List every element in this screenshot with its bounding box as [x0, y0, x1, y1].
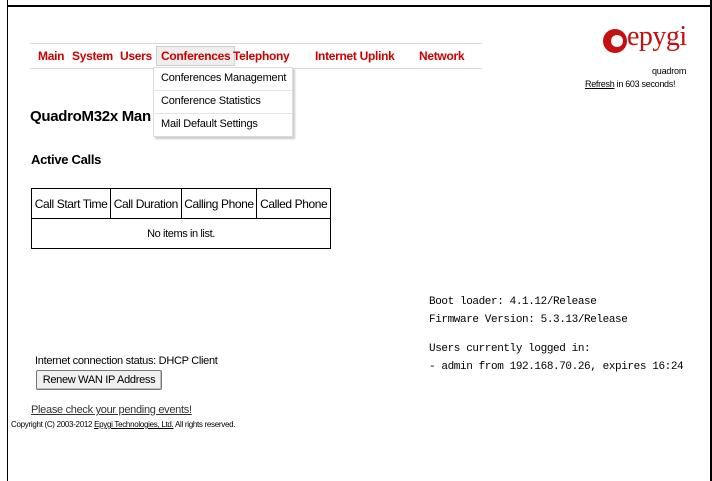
dropdown-separator — [154, 113, 292, 114]
internet-connection-status: Internet connection status: DHCP Client — [35, 355, 218, 367]
menu-conferences[interactable]: Conferences — [156, 46, 236, 66]
active-calls-table: Call Start Time Call Duration Calling Ph… — [30, 188, 331, 249]
main-menu: Main System Users Conferences Telephony … — [30, 43, 482, 69]
copyright-notice: Copyright (C) 2003-2012 Epygi Technologi… — [11, 420, 236, 429]
refresh-link[interactable]: Refresh — [585, 79, 615, 89]
copyright-suffix: All rights reserved. — [173, 420, 236, 429]
product-name: quadrom — [652, 66, 687, 76]
dropdown-conferences-management[interactable]: Conferences Management — [161, 72, 286, 84]
company-link[interactable]: Epygi Technologies, Ltd. — [94, 420, 174, 429]
logo-wordmark: epygi — [627, 21, 687, 52]
copyright-prefix: Copyright (C) 2003-2012 — [11, 420, 95, 429]
dropdown-mail-default-settings[interactable]: Mail Default Settings — [161, 118, 258, 130]
renew-wan-ip-button[interactable]: Renew WAN IP Address — [36, 370, 162, 390]
menu-users[interactable]: Users — [120, 49, 152, 63]
col-call-start-time: Call Start Time — [30, 188, 112, 219]
col-calling-phone: Calling Phone — [180, 188, 258, 219]
logo-mark-inner — [611, 35, 623, 47]
page-title: QuadroM32x Man — [30, 108, 151, 125]
col-call-duration: Call Duration — [110, 188, 182, 219]
empty-message: No items in list. — [31, 218, 331, 249]
section-title: Active Calls — [31, 152, 102, 167]
table-row: No items in list. — [31, 218, 331, 249]
frame-left-border — [7, 0, 8, 481]
boot-loader-version: Boot loader: 4.1.12/Release — [429, 296, 597, 308]
menu-internet-uplink[interactable]: Internet Uplink — [315, 49, 395, 63]
firmware-version: Firmware Version: 5.3.13/Release — [429, 314, 628, 326]
dropdown-conference-statistics[interactable]: Conference Statistics — [161, 95, 261, 107]
col-called-phone: Called Phone — [256, 188, 331, 219]
pending-events-link[interactable]: Please check your pending events! — [31, 404, 192, 416]
menu-network[interactable]: Network — [419, 49, 465, 63]
refresh-notice: Refresh in 603 seconds! — [585, 79, 675, 89]
table-header-row: Call Start Time Call Duration Calling Ph… — [30, 188, 331, 219]
menu-telephony[interactable]: Telephony — [233, 49, 290, 63]
menu-main[interactable]: Main — [38, 49, 64, 63]
users-logged-in-label: Users currently logged in: — [429, 343, 591, 355]
dropdown-separator — [154, 90, 292, 91]
menu-system[interactable]: System — [72, 49, 113, 63]
conferences-dropdown: Conferences Management Conference Statis… — [153, 67, 293, 137]
refresh-countdown: in 603 seconds! — [614, 79, 676, 89]
logged-in-user-entry: - admin from 192.168.70.26, expires 16:2… — [429, 361, 684, 373]
frame-top-border — [7, 5, 712, 7]
